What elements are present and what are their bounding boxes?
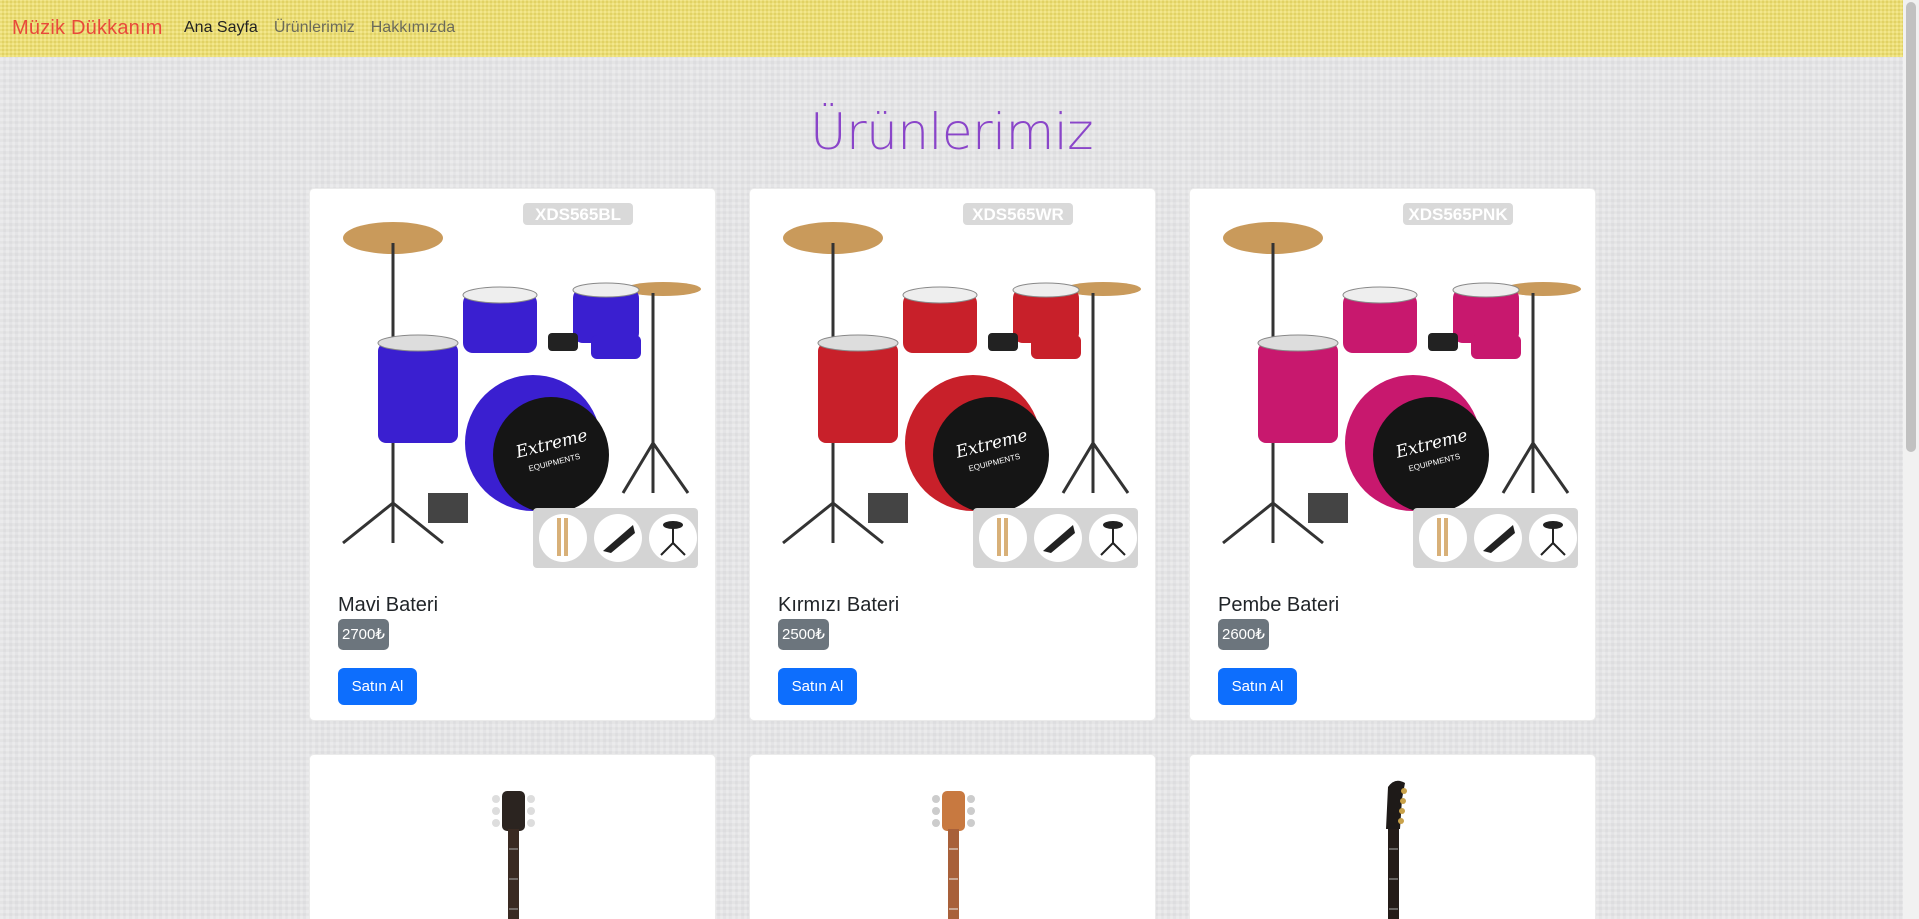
- price-badge: 2500₺: [778, 619, 829, 650]
- product-card: [1189, 754, 1596, 919]
- buy-button[interactable]: Satın Al: [338, 668, 417, 705]
- product-title: Pembe Bateri: [1218, 594, 1340, 616]
- page-title: Ürünlerimiz: [810, 103, 1093, 161]
- product-title: Kırmızı Bateri: [778, 594, 900, 616]
- price-badge: 2600₺: [1218, 619, 1269, 650]
- product-card: [749, 754, 1156, 919]
- svg-text:XDS565WR: XDS565WR: [972, 205, 1064, 224]
- scrollbar-thumb[interactable]: [1906, 2, 1916, 452]
- buy-button[interactable]: Satın Al: [1218, 668, 1297, 705]
- product-card: XDS565BL Extreme EQUIPMENTS Mavi Bateri 27…: [309, 188, 716, 721]
- nav-link-products[interactable]: Ürünlerimiz: [274, 19, 355, 37]
- guitar-electric-image: [1386, 780, 1407, 919]
- svg-text:XDS565BL: XDS565BL: [535, 205, 621, 224]
- brand-link[interactable]: Müzik Dükkanım: [12, 17, 163, 40]
- navbar: Müzik Dükkanım Ana Sayfa Ürünlerimiz Hak…: [0, 0, 1903, 57]
- product-card: [309, 754, 716, 919]
- nav-link-about[interactable]: Hakkımızda: [371, 19, 455, 37]
- page-scrollbar[interactable]: [1903, 0, 1919, 919]
- guitar-natural-image: [932, 791, 975, 919]
- drum-kit-red-image: XDS565WRExtremeEQUIPMENTS: [782, 203, 1141, 568]
- nav-links: Ana Sayfa Ürünlerimiz Hakkımızda: [184, 19, 455, 37]
- product-card: XDS565PNK Extreme EQUIPMENTS Pembe Bateri …: [1189, 188, 1596, 721]
- product-title: Mavi Bateri: [338, 594, 439, 616]
- product-card: XDS565WR Extreme EQUIPMENTS Kırmızı Bateri…: [749, 188, 1156, 721]
- guitar-dark-image: [492, 791, 535, 919]
- buy-button[interactable]: Satın Al: [778, 668, 857, 705]
- nav-link-home[interactable]: Ana Sayfa: [184, 19, 258, 37]
- drum-kit-pink-image: XDS565PNKExtremeEQUIPMENTS: [1222, 203, 1581, 568]
- price-badge: 2700₺: [338, 619, 389, 650]
- drum-kit-blue-image: XDS565BLExtremeEQUIPMENTS: [342, 203, 701, 568]
- svg-text:XDS565PNK: XDS565PNK: [1408, 205, 1508, 224]
